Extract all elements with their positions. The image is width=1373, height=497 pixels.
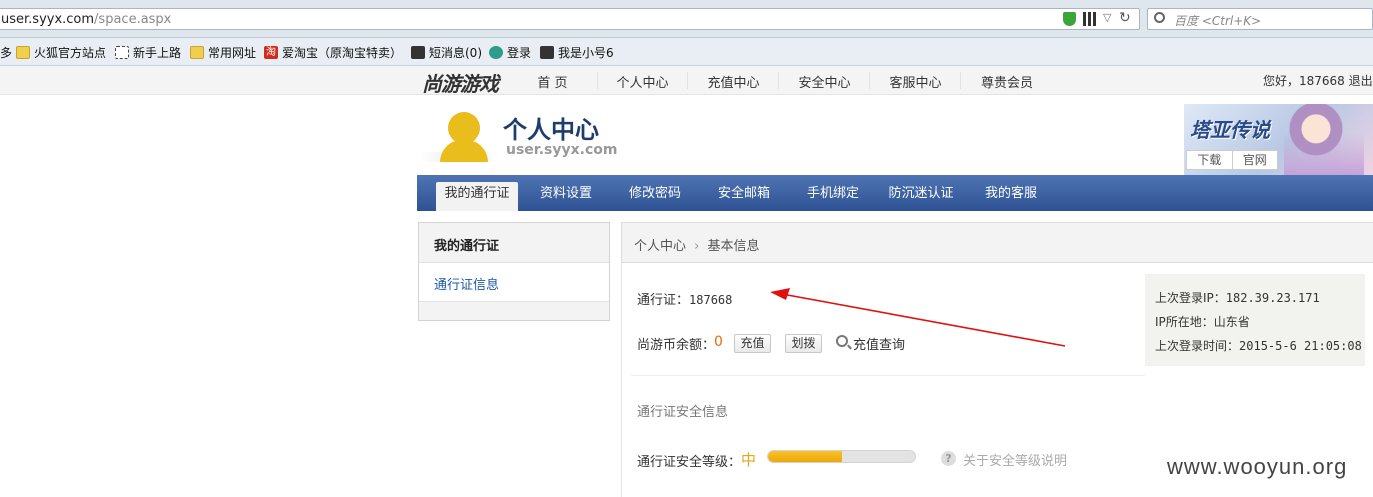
security-level-bar xyxy=(767,450,916,463)
ip-location-value: 山东省 xyxy=(1213,315,1250,329)
nav-personal-center[interactable]: 个人中心 xyxy=(598,72,688,91)
search-box[interactable]: 百度 <Ctrl+K> xyxy=(1147,8,1373,30)
banner-game-logo: 塔亚传说 xyxy=(1190,118,1270,142)
tab-profile-settings[interactable]: 资料设置 xyxy=(528,182,604,211)
page-title: 个人中心 xyxy=(503,116,599,144)
bookmark-getting-started[interactable]: 新手上路 xyxy=(115,44,181,61)
game-banner[interactable]: 塔亚传说 下载 官网 xyxy=(1184,104,1373,175)
shield-icon xyxy=(1063,12,1076,26)
tab-change-password[interactable]: 修改密码 xyxy=(617,182,693,211)
game-icon xyxy=(411,46,425,59)
nav-home[interactable]: 首 页 xyxy=(508,72,598,91)
site-domain: user.syyx.com xyxy=(506,142,618,158)
bookmark-taobao[interactable]: 淘爱淘宝（原淘宝特卖） xyxy=(264,44,402,61)
bookmark-login[interactable]: 登录 xyxy=(489,44,531,61)
folder-icon xyxy=(190,46,204,59)
last-login-ip: 上次登录IP：182.39.23.171 xyxy=(1155,289,1320,306)
balance-label: 尚游币余额： xyxy=(637,338,716,353)
nav-vip[interactable]: 尊贵会员 xyxy=(962,72,1052,91)
bookmark-label: 我是小号6 xyxy=(558,46,614,60)
login-info-box: 上次登录IP：182.39.23.171 IP所在地：山东省 上次登录时间：20… xyxy=(1145,274,1365,366)
security-level-label: 通行证安全等级： xyxy=(637,455,742,470)
bookmark-messages[interactable]: 短消息(0) xyxy=(411,44,482,61)
last-login-time: 上次登录时间：2015-5-6 21:05:08 xyxy=(1155,337,1362,354)
sidebar-item-pass-info[interactable]: 通行证信息 xyxy=(434,274,499,293)
nav-service-center[interactable]: 客服中心 xyxy=(871,72,961,91)
pass-value: 187668 xyxy=(689,293,733,307)
ip-location-label: IP所在地： xyxy=(1155,315,1214,329)
transfer-button[interactable]: 划拨 xyxy=(785,334,822,353)
bookmark-label: 常用网址 xyxy=(208,46,257,60)
user-greeting[interactable]: 您好，187668 退出 xyxy=(1263,72,1373,89)
last-login-time-value: 2015-5-6 21:05:08 xyxy=(1239,339,1362,353)
breadcrumb-personal-center[interactable]: 个人中心 xyxy=(634,239,686,254)
bookmark-firefox-site[interactable]: 火狐官方站点 xyxy=(16,44,106,61)
site-logo[interactable]: 尚游游戏 xyxy=(422,68,499,97)
security-help-link[interactable]: 关于安全等级说明 xyxy=(963,450,1067,469)
sidebar-heading-text: 我的通行证 xyxy=(434,239,500,254)
security-section-title: 通行证安全信息 xyxy=(637,405,729,420)
bookmark-alt-account[interactable]: 我是小号6 xyxy=(540,44,614,61)
sidebar: 我的通行证 通行证信息 xyxy=(418,222,610,321)
page-icon xyxy=(115,46,129,59)
pass-label: 通行证： xyxy=(637,293,690,308)
bookmark-label: 火狐官方站点 xyxy=(34,46,107,60)
banner-official-link[interactable]: 官网 xyxy=(1231,151,1278,169)
search-icon xyxy=(1154,12,1165,23)
breadcrumb-basic-info: 基本信息 xyxy=(707,239,760,254)
ip-location: IP所在地：山东省 xyxy=(1155,313,1250,330)
browser-toolbar: user.syyx.com/space.aspx ▽ ↻ 百度 <Ctrl+K> xyxy=(0,0,1373,38)
qr-code-icon[interactable] xyxy=(1083,12,1097,26)
banner-links: 下载 官网 xyxy=(1186,150,1278,170)
nav-security-center[interactable]: 安全中心 xyxy=(780,72,870,91)
folder-icon xyxy=(16,46,30,59)
address-bar-text: user.syyx.com/space.aspx xyxy=(1,12,172,27)
taobao-icon: 淘 xyxy=(264,46,278,59)
search-placeholder: 百度 <Ctrl+K> xyxy=(1174,14,1262,28)
last-login-time-label: 上次登录时间： xyxy=(1155,339,1240,353)
address-bar[interactable]: user.syyx.com/space.aspx ▽ ↻ xyxy=(0,8,1140,30)
help-icon[interactable]: ? xyxy=(941,451,956,466)
sidebar-heading: 我的通行证 xyxy=(419,223,609,263)
bookmark-more[interactable]: 多 xyxy=(0,44,12,61)
last-login-ip-label: 上次登录IP： xyxy=(1155,291,1226,305)
dropdown-arrow-icon[interactable]: ▽ xyxy=(1103,11,1111,24)
last-login-ip-value: 182.39.23.171 xyxy=(1225,291,1320,305)
recharge-button[interactable]: 充值 xyxy=(734,334,771,353)
security-level-value: 中 xyxy=(741,451,757,469)
tab-phone-binding[interactable]: 手机绑定 xyxy=(795,182,871,211)
tab-my-service[interactable]: 我的客服 xyxy=(973,182,1049,211)
bookmark-label: 多 xyxy=(0,46,13,60)
security-level-fill xyxy=(768,451,842,462)
divider xyxy=(631,375,1145,376)
breadcrumb: 个人中心 › 基本信息 xyxy=(621,222,1373,263)
bookmarks-bar: 多 火狐官方站点 新手上路 常用网址 淘爱淘宝（原淘宝特卖） 短消息(0) 登录… xyxy=(0,38,1373,66)
recharge-query-link[interactable]: 充值查询 xyxy=(853,334,905,353)
tab-anti-addiction[interactable]: 防沉迷认证 xyxy=(883,182,959,211)
tab-security-email[interactable]: 安全邮箱 xyxy=(706,182,782,211)
banner-download-link[interactable]: 下载 xyxy=(1187,151,1232,169)
character-image xyxy=(1284,104,1364,175)
sidebar-footer xyxy=(419,301,609,320)
balance-value: 0 xyxy=(714,334,723,350)
search-icon xyxy=(836,335,848,347)
bookmark-label: 登录 xyxy=(507,46,532,60)
bookmark-common-sites[interactable]: 常用网址 xyxy=(190,44,256,61)
reload-icon[interactable]: ↻ xyxy=(1119,10,1131,26)
bookmark-label: 爱淘宝（原淘宝特卖） xyxy=(282,46,403,60)
breadcrumb-separator-icon: › xyxy=(694,239,700,254)
watermark: www.wooyun.org xyxy=(1167,454,1348,479)
bookmark-label: 短消息(0) xyxy=(429,46,482,60)
pass-row: 通行证：187668 xyxy=(637,289,732,308)
login-icon xyxy=(489,46,503,59)
game-icon xyxy=(540,46,554,59)
tab-my-pass[interactable]: 我的通行证 xyxy=(436,182,518,211)
nav-recharge-center[interactable]: 充值中心 xyxy=(689,72,779,91)
user-avatar-icon xyxy=(448,112,480,144)
breadcrumb-text: 个人中心 › 基本信息 xyxy=(634,235,760,254)
bookmark-label: 新手上路 xyxy=(133,46,182,60)
